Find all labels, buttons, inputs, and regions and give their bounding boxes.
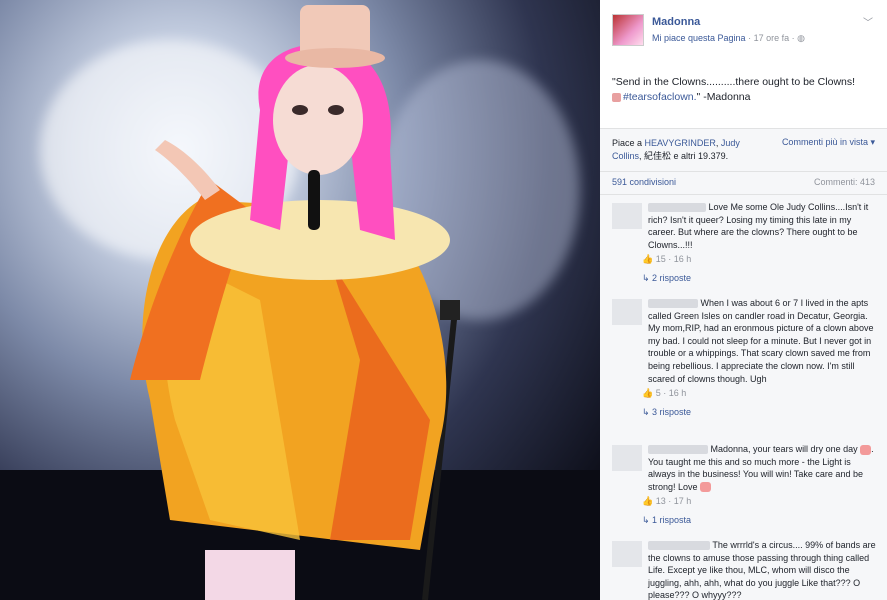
comment-text: When I was about 6 or 7 I lived in the a… [612,297,880,385]
comment-text: Madonna, your tears will dry one day . Y… [612,443,880,493]
feedback-section: Piace a HEAVYGRINDER, Judy Collins, 紀佳松 … [600,128,887,600]
stats-row: 591 condivisioni Commenti: 413 [600,171,887,195]
performer-illustration [0,5,600,600]
comment-item: The wrrrld's a circus.... 99% of bands a… [612,539,880,600]
like-thumb-icon[interactable]: 👍 [642,254,653,264]
like-thumb-icon[interactable]: 👍 [642,388,653,398]
like-page-link[interactable]: Mi piace questa Pagina [652,33,746,43]
post-text: "Send in the Clowns..........there ought… [612,75,880,105]
liker-name[interactable]: 紀佳松 [644,151,671,161]
commenter-name[interactable] [648,299,698,309]
comment-item: Love Me some Ole Judy Collins....Isn't i… [612,201,880,284]
shares-link[interactable]: 591 condivisioni [612,177,676,187]
commenter-name[interactable] [648,541,710,551]
comment-meta: 👍 15 · 16 h [642,254,692,265]
commenter-name[interactable] [648,445,708,455]
comment-like-count[interactable]: 5 [656,388,661,398]
likes-prefix: Piace a [612,138,645,148]
replies-label[interactable]: 2 risposte [652,273,691,283]
hashtag-link[interactable]: #tearsofaclown. [623,91,697,103]
post-panel: Madonna Mi piace questa Pagina · 17 ore … [600,0,887,600]
comment-time[interactable]: 17 h [674,496,692,506]
replies-link[interactable]: ↳ 3 risposte [612,407,880,418]
chevron-down-icon[interactable]: ﹀ [863,14,873,29]
replies-link[interactable]: ↳ 2 risposte [612,273,880,284]
likes-summary: Piace a HEAVYGRINDER, Judy Collins, 紀佳松 … [612,137,762,163]
post-photo[interactable] [0,0,600,600]
comment-meta: 👍 13 · 17 h [642,496,692,507]
post-text-tail: " -Madonna [696,91,751,103]
page-name-link[interactable]: Madonna [652,16,700,28]
comment-time[interactable]: 16 h [674,254,692,264]
liker-link[interactable]: HEAVYGRINDER [645,138,716,148]
avatar[interactable] [612,203,642,229]
post-text-line: #tearsofaclown." -Madonna [612,90,880,105]
replies-label[interactable]: 3 risposte [652,407,691,417]
comment-item: Madonna, your tears will dry one day . Y… [612,443,880,526]
replies-link[interactable]: ↳ 1 risposta [612,515,880,526]
like-thumb-icon[interactable]: 👍 [642,496,653,506]
replies-label[interactable]: 1 risposta [652,515,691,525]
avatar[interactable] [612,541,642,567]
avatar[interactable] [612,299,642,325]
comment-like-count[interactable]: 13 [656,496,666,506]
comment-text: Love Me some Ole Judy Collins....Isn't i… [612,201,880,251]
likes-suffix[interactable]: e altri 19.379. [671,151,729,161]
comment-time[interactable]: 16 h [669,388,687,398]
post-meta: Mi piace questa Pagina · 17 ore fa · ◍ [652,33,805,44]
heart-emoji-icon [860,444,872,455]
comment-body: When I was about 6 or 7 I lived in the a… [648,298,874,384]
commenter-name[interactable] [648,203,706,213]
comment-item: When I was about 6 or 7 I lived in the a… [612,297,880,418]
comment-meta: 👍 5 · 16 h [642,388,687,399]
heart-emoji-icon [700,482,712,493]
comment-body: Madonna, your tears will dry one day [710,444,858,454]
avatar[interactable] [612,445,642,471]
post-time[interactable]: 17 ore fa [754,33,790,43]
tag-icon [612,92,621,102]
comment-like-count[interactable]: 15 [656,254,666,264]
comments-count: Commenti: 413 [813,177,875,187]
page-avatar[interactable] [612,14,644,46]
globe-icon: ◍ [797,33,805,43]
post-text-line: "Send in the Clowns..........there ought… [612,76,856,88]
post-header: Madonna Mi piace questa Pagina · 17 ore … [600,0,887,60]
comment-sort-dropdown[interactable]: Commenti più in vista ▾ [782,137,875,148]
comment-text: The wrrrld's a circus.... 99% of bands a… [612,539,880,600]
